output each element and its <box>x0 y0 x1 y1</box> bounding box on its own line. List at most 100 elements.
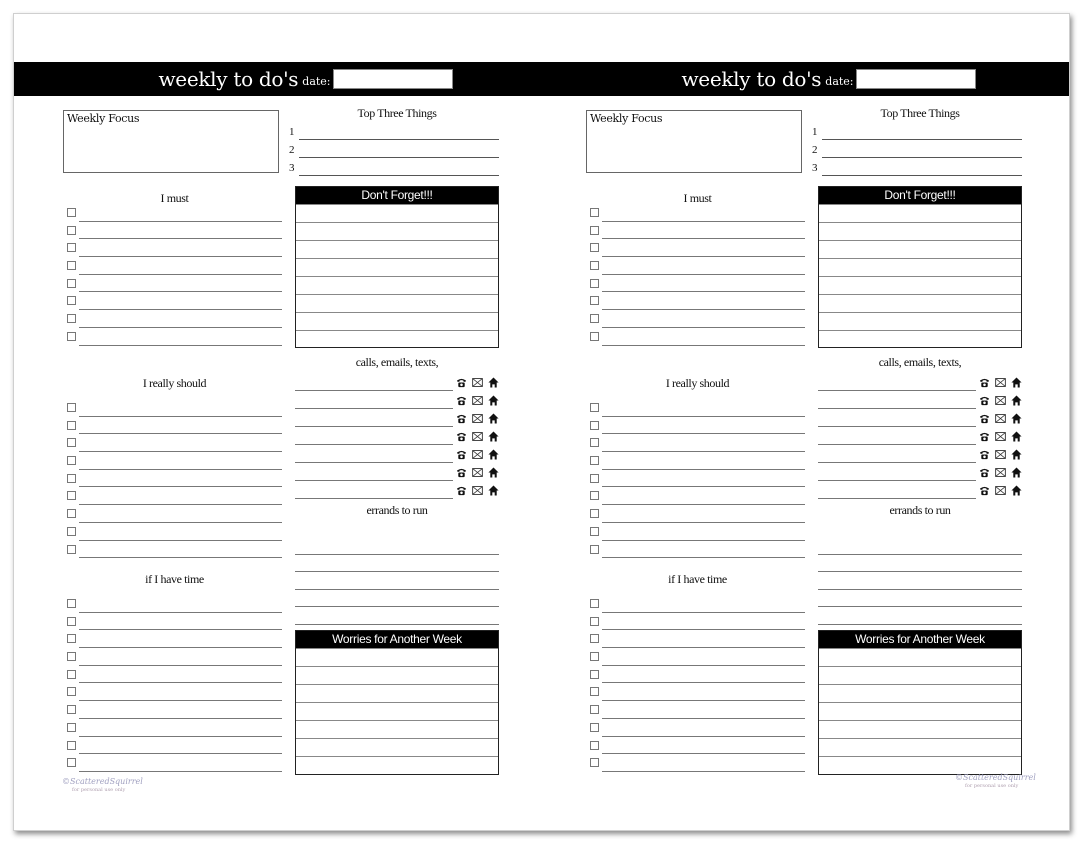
todo-item[interactable] <box>67 505 282 523</box>
checkbox[interactable] <box>590 526 599 536</box>
todo-item[interactable] <box>590 417 805 435</box>
call-item[interactable] <box>818 430 1024 448</box>
todo-item[interactable] <box>67 595 282 613</box>
todo-item[interactable] <box>590 470 805 488</box>
checkbox[interactable] <box>67 296 76 306</box>
todo-item[interactable] <box>590 630 805 649</box>
checkbox[interactable] <box>590 331 599 341</box>
errand-item[interactable] <box>818 537 1022 555</box>
checkbox[interactable] <box>67 705 76 715</box>
box-row[interactable] <box>819 702 1021 720</box>
todo-item[interactable] <box>590 505 805 523</box>
top-three-item[interactable]: 3 <box>289 161 499 179</box>
todo-item[interactable] <box>67 292 282 311</box>
checkbox[interactable] <box>590 705 599 715</box>
errand-item[interactable] <box>295 607 499 625</box>
checkbox[interactable] <box>590 225 599 235</box>
weekly-focus-box[interactable]: Weekly Focus <box>586 110 802 173</box>
call-item[interactable] <box>818 376 1024 394</box>
call-item[interactable] <box>818 394 1024 412</box>
call-item[interactable] <box>818 484 1024 502</box>
box-row[interactable] <box>296 330 498 348</box>
todo-item[interactable] <box>590 328 805 346</box>
checkbox[interactable] <box>590 243 599 253</box>
todo-item[interactable] <box>67 434 282 453</box>
todo-item[interactable] <box>590 754 805 772</box>
todo-item[interactable] <box>590 666 805 684</box>
checkbox[interactable] <box>67 669 76 679</box>
box-row[interactable] <box>296 666 498 684</box>
todo-item[interactable] <box>67 754 282 772</box>
todo-item[interactable] <box>67 683 282 702</box>
box-row[interactable] <box>819 204 1021 222</box>
call-item[interactable] <box>818 448 1024 466</box>
box-row[interactable] <box>296 720 498 738</box>
todo-item[interactable] <box>67 222 282 240</box>
checkbox[interactable] <box>590 616 599 626</box>
box-row[interactable] <box>296 258 498 276</box>
checkbox[interactable] <box>67 544 76 554</box>
checkbox[interactable] <box>67 740 76 750</box>
checkbox[interactable] <box>67 616 76 626</box>
todo-item[interactable] <box>67 523 282 541</box>
todo-item[interactable] <box>590 275 805 293</box>
call-item[interactable] <box>295 484 501 502</box>
checkbox[interactable] <box>67 261 76 271</box>
errand-item[interactable] <box>295 537 499 555</box>
checkbox[interactable] <box>590 687 599 697</box>
top-three-item[interactable]: 1 <box>289 125 499 143</box>
box-row[interactable] <box>296 204 498 222</box>
checkbox[interactable] <box>67 599 76 608</box>
todo-item[interactable] <box>590 452 805 470</box>
todo-item[interactable] <box>590 683 805 702</box>
top-three-item[interactable]: 2 <box>812 143 1022 161</box>
todo-item[interactable] <box>67 737 282 755</box>
todo-item[interactable] <box>67 204 282 222</box>
checkbox[interactable] <box>590 278 599 288</box>
todo-item[interactable] <box>590 719 805 737</box>
box-row[interactable] <box>296 276 498 294</box>
top-three-item[interactable]: 3 <box>812 161 1022 179</box>
box-row[interactable] <box>296 240 498 258</box>
call-item[interactable] <box>295 394 501 412</box>
todo-item[interactable] <box>67 470 282 488</box>
checkbox[interactable] <box>67 314 76 324</box>
checkbox[interactable] <box>590 261 599 271</box>
todo-item[interactable] <box>590 434 805 453</box>
box-row[interactable] <box>819 240 1021 258</box>
todo-item[interactable] <box>67 239 282 258</box>
weekly-focus-box[interactable]: Weekly Focus <box>63 110 279 173</box>
todo-item[interactable] <box>67 701 282 719</box>
box-row[interactable] <box>296 312 498 330</box>
errand-item[interactable] <box>818 572 1022 590</box>
todo-item[interactable] <box>67 541 282 559</box>
box-row[interactable] <box>296 738 498 756</box>
box-row[interactable] <box>819 330 1021 348</box>
checkbox[interactable] <box>67 758 76 768</box>
checkbox[interactable] <box>67 208 76 217</box>
errand-item[interactable] <box>818 555 1022 572</box>
todo-item[interactable] <box>590 487 805 506</box>
box-row[interactable] <box>296 684 498 702</box>
checkbox[interactable] <box>590 669 599 679</box>
checkbox[interactable] <box>67 473 76 483</box>
todo-item[interactable] <box>590 701 805 719</box>
box-row[interactable] <box>819 276 1021 294</box>
checkbox[interactable] <box>590 599 599 608</box>
date-field[interactable] <box>332 69 453 89</box>
todo-item[interactable] <box>590 541 805 559</box>
todo-item[interactable] <box>67 487 282 506</box>
date-field[interactable] <box>855 69 976 89</box>
errand-item[interactable] <box>295 572 499 590</box>
box-row[interactable] <box>819 738 1021 756</box>
checkbox[interactable] <box>590 509 599 519</box>
todo-item[interactable] <box>590 648 805 666</box>
checkbox[interactable] <box>590 456 599 466</box>
checkbox[interactable] <box>67 687 76 697</box>
checkbox[interactable] <box>590 420 599 430</box>
box-row[interactable] <box>819 648 1021 666</box>
errand-item[interactable] <box>295 590 499 607</box>
todo-item[interactable] <box>590 257 805 275</box>
todo-item[interactable] <box>590 239 805 258</box>
checkbox[interactable] <box>67 403 76 412</box>
